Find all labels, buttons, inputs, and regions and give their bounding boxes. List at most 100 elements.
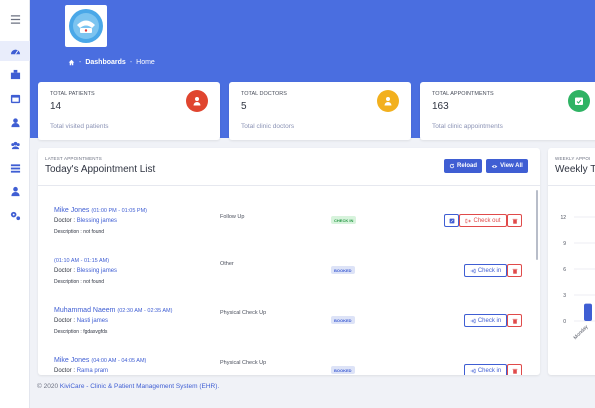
visit-type: Physical Check Up bbox=[220, 360, 267, 366]
status-badge: CHECK IN bbox=[331, 216, 357, 224]
patient-name[interactable]: Mike Jones bbox=[54, 357, 89, 364]
menu-icon bbox=[10, 14, 20, 24]
trash-icon bbox=[512, 368, 517, 374]
check-out-button[interactable]: Check out bbox=[459, 214, 507, 227]
check-in-button[interactable]: Check in bbox=[464, 314, 507, 327]
stat-sub: Total clinic doctors bbox=[241, 123, 295, 130]
sidebar-item-services[interactable] bbox=[0, 158, 30, 178]
doctor-name: Blessing james bbox=[76, 218, 118, 224]
sidebar-item-receptionist[interactable] bbox=[0, 181, 30, 201]
sidebar bbox=[0, 0, 30, 408]
bar[interactable] bbox=[584, 303, 592, 321]
stat-value: 14 bbox=[50, 101, 62, 112]
status-badge: BOOKED bbox=[331, 316, 355, 324]
stat-label: Total Doctors bbox=[241, 91, 287, 97]
reload-icon bbox=[449, 163, 455, 169]
doctor-line: Doctor : Rama pram bbox=[54, 368, 108, 374]
doctor-icon bbox=[10, 117, 20, 127]
reload-label: Reload bbox=[456, 163, 477, 169]
doctor-name: Nasti james bbox=[76, 318, 109, 324]
breadcrumb-dashboards[interactable]: Dashboards bbox=[85, 59, 125, 66]
check-in-label: Check in bbox=[477, 367, 502, 374]
visit-type: Other bbox=[220, 261, 234, 267]
user-icon bbox=[10, 186, 20, 196]
delete-appointment-button[interactable] bbox=[507, 264, 522, 277]
sign-in-icon bbox=[470, 368, 476, 373]
x-tick-label: Monday bbox=[573, 324, 590, 341]
card-small-title: Latest Appointments bbox=[45, 156, 102, 161]
description-label: Description : bbox=[54, 279, 82, 285]
doctor-name: Blessing james bbox=[76, 268, 118, 274]
appointment-row: Mike Jones (01:00 PM - 01:05 PM) Doctor … bbox=[38, 198, 540, 248]
breadcrumb: - Dashboards - Home bbox=[68, 59, 155, 66]
doctor-label: Doctor : bbox=[54, 368, 76, 374]
sidebar-item-dashboard[interactable] bbox=[0, 41, 30, 61]
patient-icon bbox=[193, 97, 201, 106]
sign-in-icon bbox=[470, 268, 476, 273]
description-line: Description : not found bbox=[54, 229, 104, 235]
doctor-label: Doctor : bbox=[54, 268, 76, 274]
check-out-label: Check out bbox=[473, 217, 501, 224]
appointment-row: (01:10 AM - 01:15 AM) Doctor : Blessing … bbox=[38, 248, 540, 298]
patient-name[interactable]: Muhammad Naeem bbox=[54, 307, 115, 314]
stat-label: Total Appointments bbox=[432, 91, 494, 97]
delete-appointment-button[interactable] bbox=[507, 314, 522, 327]
home-icon[interactable] bbox=[68, 59, 75, 66]
stat-icon-badge bbox=[186, 90, 208, 112]
weekly-bar-chart: 12 9 6 3 0 Monday bbox=[560, 215, 595, 341]
y-tick-label: 12 bbox=[560, 215, 566, 221]
appointment-row: Mike Jones (04:00 AM - 04:05 AM) Doctor … bbox=[38, 348, 540, 375]
y-tick-label: 6 bbox=[563, 267, 566, 273]
menu-toggle-button[interactable] bbox=[0, 9, 30, 29]
calendar-check-icon bbox=[575, 97, 583, 105]
footer-copyright: © 2020 bbox=[37, 383, 59, 390]
patient-name[interactable]: Mike Jones bbox=[54, 207, 89, 214]
trash-icon bbox=[512, 268, 517, 274]
check-in-label: Check in bbox=[477, 267, 502, 274]
edit-appointment-button[interactable] bbox=[444, 214, 459, 227]
status-badge: BOOKED bbox=[331, 266, 355, 274]
sidebar-item-settings[interactable] bbox=[0, 205, 30, 225]
y-tick-label: 0 bbox=[563, 319, 566, 325]
doctor-name: Rama pram bbox=[76, 368, 109, 374]
delete-appointment-button[interactable] bbox=[507, 214, 522, 227]
view-all-button[interactable]: View All bbox=[486, 159, 528, 173]
appointment-time: (02:30 AM - 02:35 AM) bbox=[117, 308, 173, 314]
check-in-button[interactable]: Check in bbox=[464, 364, 507, 375]
visit-type: Follow Up bbox=[220, 214, 245, 220]
visit-type: Physical Check Up bbox=[220, 310, 267, 316]
clinic-icon bbox=[10, 69, 20, 79]
card-title: Today's Appointment List bbox=[45, 164, 156, 175]
card-small-title: Weekly Appoi bbox=[555, 156, 591, 161]
appointment-heading: Mike Jones (04:00 AM - 04:05 AM) bbox=[54, 357, 146, 364]
settings-icon bbox=[10, 211, 20, 220]
footer-brand-link[interactable]: KiviCare - Clinic & Patient Management S… bbox=[60, 383, 219, 390]
logo[interactable] bbox=[65, 5, 107, 47]
check-in-button[interactable]: Check in bbox=[464, 264, 507, 277]
doctor-line: Doctor : Blessing james bbox=[54, 218, 117, 224]
logo-icon bbox=[69, 9, 103, 43]
reload-button[interactable]: Reload bbox=[444, 159, 482, 173]
delete-appointment-button[interactable] bbox=[507, 364, 522, 375]
description-label: Description : bbox=[54, 329, 82, 335]
list-scrollbar[interactable] bbox=[536, 190, 538, 260]
sidebar-item-appointments[interactable] bbox=[0, 88, 30, 108]
appointment-time: (01:00 PM - 01:05 PM) bbox=[91, 208, 147, 214]
y-tick-label: 9 bbox=[563, 241, 566, 247]
sidebar-item-doctors[interactable] bbox=[0, 112, 30, 132]
sidebar-item-clinic[interactable] bbox=[0, 64, 30, 84]
divider bbox=[38, 185, 540, 186]
stat-value: 163 bbox=[432, 101, 449, 112]
description-label: Description : bbox=[54, 229, 82, 235]
sidebar-item-patients[interactable] bbox=[0, 135, 30, 155]
appointment-time: (01:10 AM - 01:15 AM) bbox=[54, 258, 110, 264]
appointment-time: (04:00 AM - 04:05 AM) bbox=[91, 358, 147, 364]
appointment-heading: Muhammad Naeem (02:30 AM - 02:35 AM) bbox=[54, 307, 172, 314]
status-badge: BOOKED bbox=[331, 366, 355, 374]
description-text: not found bbox=[83, 279, 105, 285]
breadcrumb-home: Home bbox=[136, 59, 155, 66]
description-line: Description : not found bbox=[54, 279, 104, 285]
appointment-row: Muhammad Naeem (02:30 AM - 02:35 AM) Doc… bbox=[38, 298, 540, 348]
edit-icon bbox=[449, 218, 454, 223]
view-all-label: View All bbox=[500, 163, 523, 169]
